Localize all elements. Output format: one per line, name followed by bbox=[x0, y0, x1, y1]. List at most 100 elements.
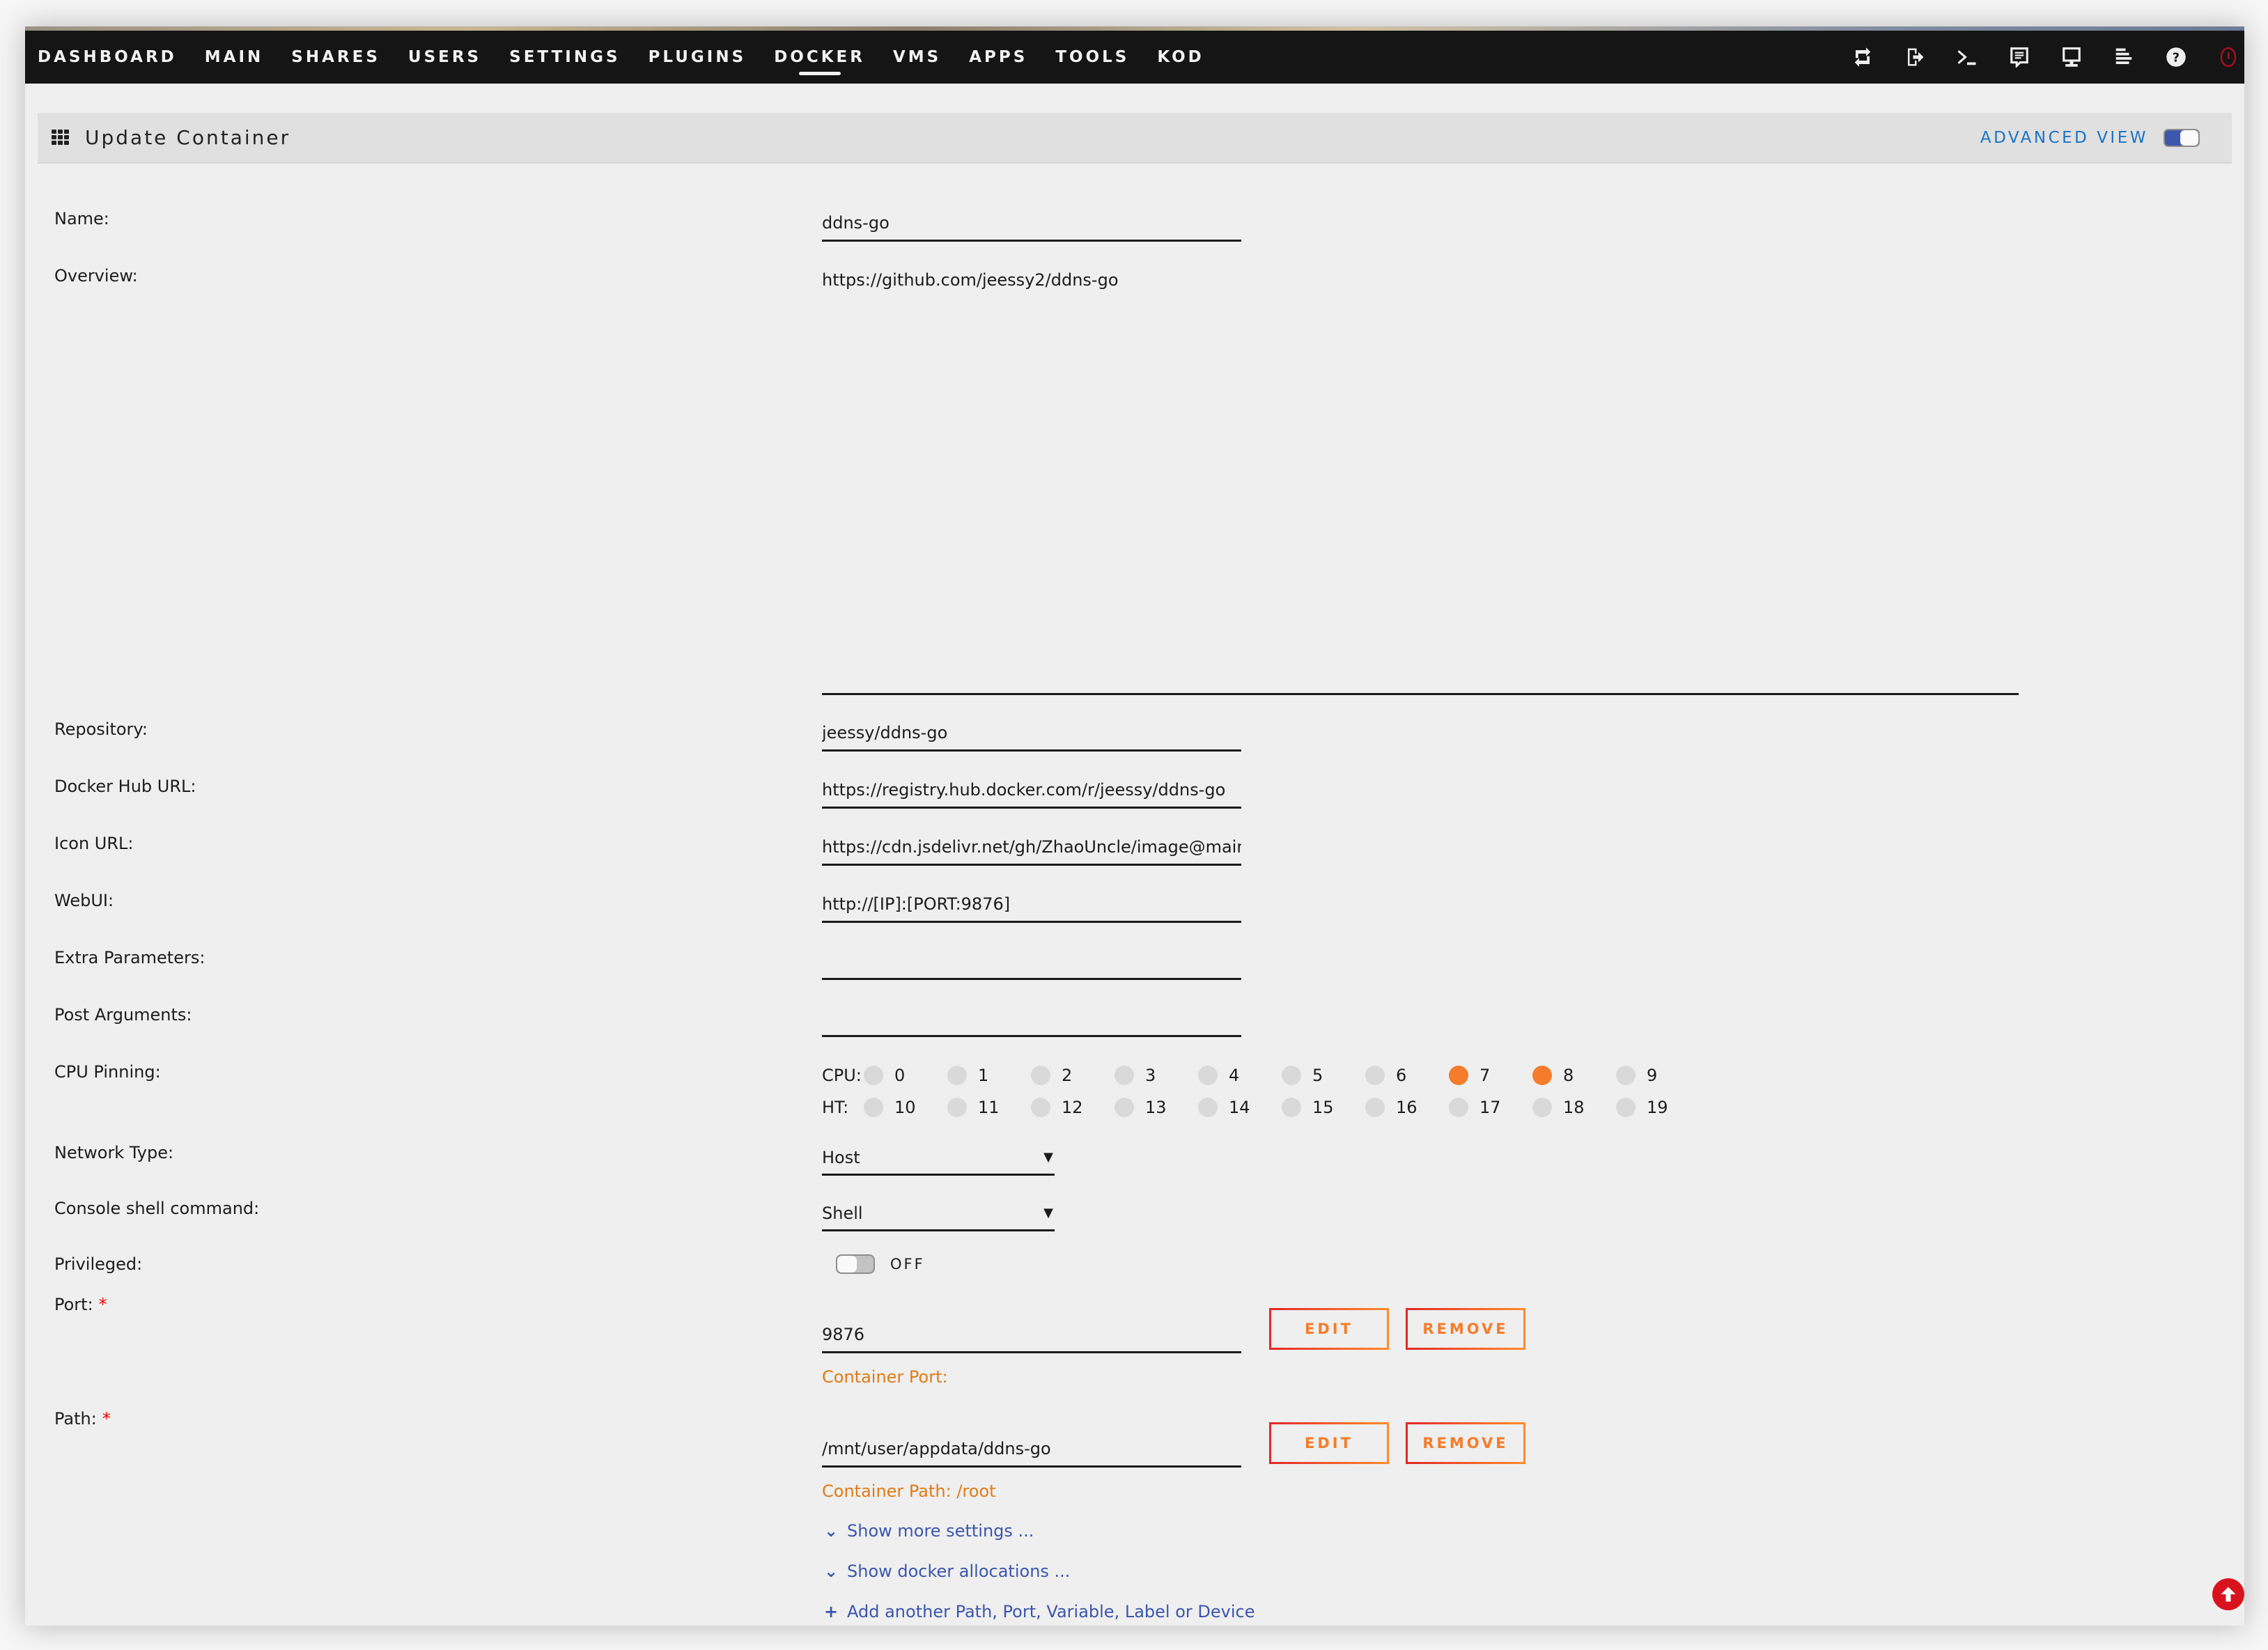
cpu-checkbox-15[interactable]: 15 bbox=[1282, 1098, 1365, 1117]
cpu-radio-dot bbox=[1282, 1066, 1301, 1085]
cpu-number: 3 bbox=[1145, 1066, 1156, 1085]
cpu-number: 10 bbox=[894, 1098, 916, 1117]
cpu-radio-dot bbox=[1114, 1066, 1134, 1085]
cpu-radio-dot bbox=[1365, 1066, 1385, 1085]
cpu-checkbox-11[interactable]: 11 bbox=[947, 1098, 1031, 1117]
ht-row: HT: 10 11 12 13 14 15 16 17 18 19 bbox=[822, 1096, 1700, 1119]
port-edit-button[interactable]: EDIT bbox=[1269, 1308, 1389, 1350]
icon-url-input[interactable]: https://cdn.jsdelivr.net/gh/ZhaoUncle/im… bbox=[822, 833, 1241, 866]
cpu-number: 17 bbox=[1479, 1098, 1501, 1117]
chevron-down-icon: ⌄ bbox=[823, 1521, 839, 1541]
cpu-radio-dot bbox=[1616, 1098, 1636, 1117]
cpu-checkbox-16[interactable]: 16 bbox=[1365, 1098, 1449, 1117]
arrow-up-icon bbox=[2221, 1587, 2236, 1602]
cpu-number: 0 bbox=[894, 1066, 906, 1085]
cpu-radio-dot bbox=[864, 1066, 883, 1085]
add-another-link[interactable]: + Add another Path, Port, Variable, Labe… bbox=[822, 1602, 1255, 1621]
port-input[interactable]: 9876 bbox=[822, 1321, 1241, 1353]
container-path-hint: Container Path: /root bbox=[822, 1481, 996, 1501]
cpu-checkbox-10[interactable]: 10 bbox=[864, 1098, 947, 1117]
plus-icon: + bbox=[823, 1602, 839, 1621]
cpu-number: 11 bbox=[978, 1098, 1000, 1117]
cpu-number: 4 bbox=[1229, 1066, 1240, 1085]
webui-input[interactable]: http://[IP]:[PORT:9876] bbox=[822, 890, 1241, 923]
cpu-checkbox-5[interactable]: 5 bbox=[1282, 1066, 1365, 1085]
ht-row-label: HT: bbox=[822, 1098, 849, 1117]
cpu-number: 9 bbox=[1647, 1066, 1658, 1085]
repository-input[interactable]: jeessy/ddns-go bbox=[822, 719, 1241, 752]
path-label: Path: * bbox=[54, 1409, 111, 1429]
overview-textarea-underline bbox=[822, 693, 2019, 695]
console-shell-label: Console shell command: bbox=[54, 1199, 260, 1218]
name-input[interactable]: ddns-go bbox=[822, 209, 1241, 242]
path-remove-button[interactable]: REMOVE bbox=[1406, 1422, 1525, 1464]
cpu-checkbox-1[interactable]: 1 bbox=[947, 1066, 1031, 1085]
overview-textarea[interactable]: https://github.com/jeessy2/ddns-go bbox=[822, 270, 1119, 290]
network-type-label: Network Type: bbox=[54, 1143, 174, 1162]
post-arguments-input[interactable] bbox=[822, 1004, 1241, 1037]
cpu-number: 16 bbox=[1396, 1098, 1418, 1117]
dropdown-arrow-icon: ▼ bbox=[1043, 1150, 1053, 1165]
app-window: DASHBOARD MAIN SHARES USERS SETTINGS PLUGINS D… bbox=[25, 26, 2244, 1626]
cpu-checkbox-8[interactable]: 8 bbox=[1532, 1066, 1616, 1085]
cpu-number: 14 bbox=[1229, 1098, 1250, 1117]
show-docker-allocations-link[interactable]: ⌄ Show docker allocations ... bbox=[822, 1562, 1071, 1581]
cpu-number: 15 bbox=[1312, 1098, 1334, 1117]
cpu-number: 6 bbox=[1396, 1066, 1407, 1085]
console-shell-select[interactable]: Shell ▼ bbox=[822, 1200, 1055, 1231]
port-remove-button[interactable]: REMOVE bbox=[1406, 1308, 1525, 1350]
cpu-radio-dot bbox=[1616, 1066, 1636, 1085]
scroll-to-top-button[interactable] bbox=[2212, 1578, 2244, 1610]
cpu-checkbox-4[interactable]: 4 bbox=[1198, 1066, 1282, 1085]
name-label: Name: bbox=[54, 209, 109, 228]
cpu-checkbox-3[interactable]: 3 bbox=[1114, 1066, 1198, 1085]
cpu-pinning-label: CPU Pinning: bbox=[54, 1062, 161, 1082]
extra-parameters-input[interactable] bbox=[822, 947, 1241, 980]
privileged-label: Privileged: bbox=[54, 1254, 143, 1274]
repository-label: Repository: bbox=[54, 719, 148, 739]
docker-hub-url-label: Docker Hub URL: bbox=[54, 777, 196, 796]
cpu-row: CPU: 0 1 2 3 4 5 6 7 8 9 bbox=[822, 1064, 1700, 1087]
network-type-select[interactable]: Host ▼ bbox=[822, 1144, 1055, 1176]
icon-url-label: Icon URL: bbox=[54, 834, 134, 853]
cpu-number: 7 bbox=[1479, 1066, 1491, 1085]
cpu-checkbox-13[interactable]: 13 bbox=[1114, 1098, 1198, 1117]
cpu-checkbox-9[interactable]: 9 bbox=[1616, 1066, 1700, 1085]
container-port-hint: Container Port: bbox=[822, 1367, 948, 1387]
cpu-checkbox-17[interactable]: 17 bbox=[1449, 1098, 1532, 1117]
cpu-radio-dot bbox=[1365, 1098, 1385, 1117]
cpu-radio-dot bbox=[1449, 1066, 1468, 1085]
cpu-checkbox-6[interactable]: 6 bbox=[1365, 1066, 1449, 1085]
path-input[interactable]: /mnt/user/appdata/ddns-go bbox=[822, 1435, 1241, 1468]
overview-label: Overview: bbox=[54, 266, 138, 286]
cpu-number: 2 bbox=[1062, 1066, 1073, 1085]
path-edit-button[interactable]: EDIT bbox=[1269, 1422, 1389, 1464]
cpu-row-label: CPU: bbox=[822, 1066, 862, 1085]
chevron-down-icon: ⌄ bbox=[823, 1562, 839, 1581]
cpu-checkbox-12[interactable]: 12 bbox=[1031, 1098, 1114, 1117]
cpu-radio-dot bbox=[1114, 1098, 1134, 1117]
show-more-settings-link[interactable]: ⌄ Show more settings ... bbox=[822, 1521, 1034, 1541]
docker-hub-url-input[interactable]: https://registry.hub.docker.com/r/jeessy… bbox=[822, 776, 1241, 809]
cpu-checkbox-14[interactable]: 14 bbox=[1198, 1098, 1282, 1117]
cpu-radio-dot bbox=[1031, 1066, 1050, 1085]
network-type-value: Host bbox=[822, 1148, 860, 1167]
privileged-toggle[interactable] bbox=[836, 1254, 875, 1274]
cpu-number: 1 bbox=[978, 1066, 989, 1085]
cpu-checkbox-2[interactable]: 2 bbox=[1031, 1066, 1114, 1085]
cpu-radio-dot bbox=[1282, 1098, 1301, 1117]
cpu-radio-dot bbox=[1198, 1066, 1218, 1085]
privileged-state: OFF bbox=[890, 1256, 925, 1272]
cpu-radio-dot bbox=[1532, 1098, 1552, 1117]
cpu-radio-dot bbox=[864, 1098, 883, 1117]
cpu-checkbox-18[interactable]: 18 bbox=[1532, 1098, 1616, 1117]
cpu-checkbox-19[interactable]: 19 bbox=[1616, 1098, 1700, 1117]
cpu-number: 5 bbox=[1312, 1066, 1323, 1085]
cpu-radio-dot bbox=[947, 1098, 967, 1117]
post-arguments-label: Post Arguments: bbox=[54, 1005, 192, 1025]
cpu-radio-dot bbox=[1031, 1098, 1050, 1117]
cpu-checkbox-0[interactable]: 0 bbox=[864, 1066, 947, 1085]
extra-parameters-label: Extra Parameters: bbox=[54, 948, 205, 967]
cpu-radio-dot bbox=[1198, 1098, 1218, 1117]
cpu-checkbox-7[interactable]: 7 bbox=[1449, 1066, 1532, 1085]
